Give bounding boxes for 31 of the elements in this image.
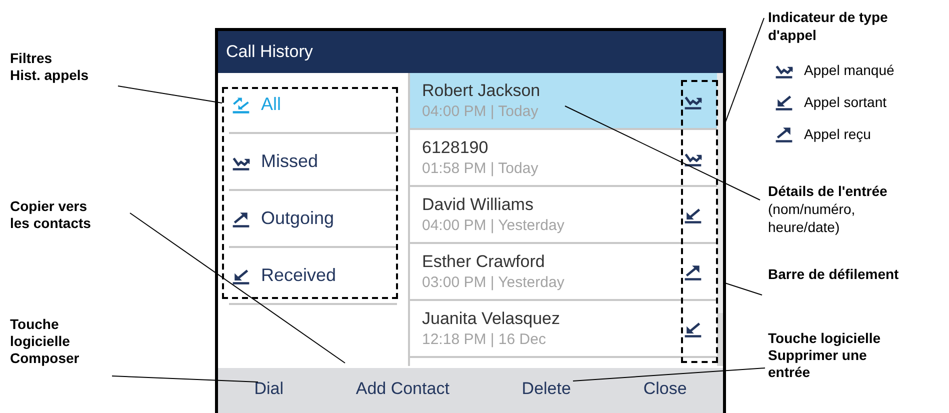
softkey-button[interactable]: Add Contact: [352, 376, 454, 402]
legend-label: Appel manqué: [804, 60, 894, 80]
call-type-icon: [231, 94, 251, 114]
filter-item[interactable]: Missed: [229, 134, 397, 191]
callout-label: Filtres Hist. appels: [10, 50, 90, 84]
call-entry[interactable]: Robert Jackson 04:00 PM | Today: [410, 73, 717, 130]
caller-name: David Williams: [422, 194, 534, 216]
callout-note: (nom/numéro, heure/date): [768, 200, 856, 236]
caller-name: Esther Crawford: [422, 250, 546, 272]
softkey-button[interactable]: Delete: [518, 376, 575, 402]
callout-label: Touche logicielle Supprimer une entrée: [768, 330, 882, 381]
filter-item[interactable]: Outgoing: [229, 191, 397, 248]
callout-label: Touche logicielle Composer: [10, 316, 80, 367]
caller-name: 6128190: [422, 136, 490, 158]
softkey-button[interactable]: Close: [639, 376, 691, 402]
call-time: 04:00 PM | Yesterday: [422, 216, 566, 236]
filter-item[interactable]: Received: [229, 248, 397, 305]
call-time: 04:00 PM | Today: [422, 102, 540, 122]
screen-title: Call History: [226, 41, 313, 64]
call-time: 12:18 PM | 16 Dec: [422, 330, 547, 350]
callout-label: Barre de défilement: [768, 265, 900, 283]
legend-label: Appel reçu: [804, 124, 871, 144]
call-time: 03:00 PM | Yesterday: [422, 272, 566, 292]
softkey-button[interactable]: Dial: [250, 376, 288, 402]
call-time: 01:58 PM | Today: [422, 158, 540, 178]
callout-label: Indicateur de type d'appel: [768, 8, 889, 44]
caller-name: Robert Jackson: [422, 80, 542, 102]
legend-label: Appel sortant: [804, 92, 886, 112]
callout-label: Copier vers les contacts: [10, 198, 92, 232]
caller-name: Juanita Velasquez: [422, 308, 561, 330]
callout-label: Détails de l'entrée: [768, 182, 888, 200]
